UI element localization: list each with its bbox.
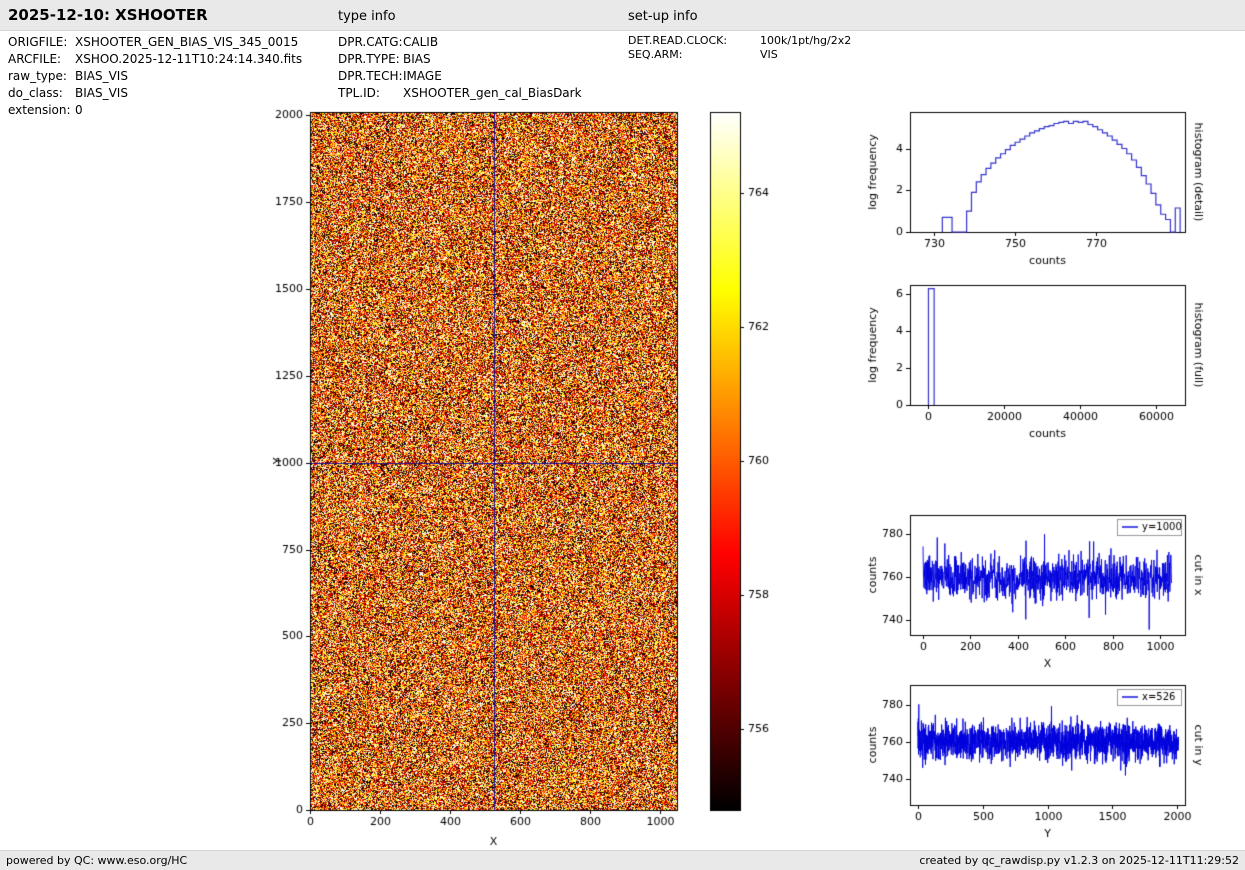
meta-row: ORIGFILE: XSHOOTER_GEN_BIAS_VIS_345_0015: [8, 34, 302, 51]
meta-label: DPR.TYPE:: [338, 52, 400, 66]
qc-rawdisp-page: 2025-12-10: XSHOOTER type info set-up in…: [0, 0, 1245, 870]
meta-label: ORIGFILE:: [8, 35, 68, 49]
meta-label: extension:: [8, 103, 71, 117]
footer-bar: powered by QC: www.eso.org/HC created by…: [0, 850, 1245, 870]
histogram-detail-plot: [860, 100, 1245, 280]
footer-created-by: created by qc_rawdisp.py v1.2.3 on 2025-…: [919, 854, 1239, 867]
meta-value: 100k/1pt/hg/2x2: [760, 34, 852, 47]
meta-value: XSHOO.2025-12-11T10:24:14.340.fits: [75, 52, 303, 66]
meta-label: raw_type:: [8, 69, 67, 83]
meta-value: XSHOOTER_GEN_BIAS_VIS_345_0015: [75, 35, 299, 49]
setup-info-header: set-up info: [628, 9, 698, 24]
histogram-full-plot: [860, 273, 1245, 453]
setup-info-block: DET.READ.CLOCK: 100k/1pt/hg/2x2 SEQ.ARM: VI…: [628, 34, 851, 62]
meta-row: extension: 0: [8, 102, 302, 119]
meta-value: BIAS_VIS: [75, 86, 128, 100]
meta-row: do_class: BIAS_VIS: [8, 85, 302, 102]
meta-row: raw_type: BIAS_VIS: [8, 68, 302, 85]
meta-row: SEQ.ARM: VIS: [628, 48, 851, 62]
type-info-block: DPR.CATG: CALIB DPR.TYPE: BIAS DPR.TECH: IMAG…: [338, 34, 582, 102]
meta-value: CALIB: [403, 35, 439, 49]
cut-in-y-plot: [860, 673, 1245, 853]
meta-label: ARCFILE:: [8, 52, 62, 66]
meta-label: do_class:: [8, 86, 63, 100]
meta-label: DPR.TECH:: [338, 69, 403, 83]
type-info-header: type info: [338, 9, 396, 24]
meta-value: BIAS_VIS: [75, 69, 128, 83]
meta-row: ARCFILE: XSHOO.2025-12-11T10:24:14.340.fi…: [8, 51, 302, 68]
meta-value: VIS: [760, 48, 778, 61]
meta-label: SEQ.ARM:: [628, 48, 683, 61]
meta-value: IMAGE: [403, 69, 442, 83]
file-metadata-block: ORIGFILE: XSHOOTER_GEN_BIAS_VIS_345_0015 A…: [8, 34, 302, 119]
meta-row: DPR.TECH: IMAGE: [338, 68, 582, 85]
meta-label: DET.READ.CLOCK:: [628, 34, 728, 47]
bias-image-plot: [260, 95, 790, 850]
footer-powered-by: powered by QC: www.eso.org/HC: [6, 854, 188, 867]
page-title: 2025-12-10: XSHOOTER: [8, 6, 208, 24]
meta-row: DPR.TYPE: BIAS: [338, 51, 582, 68]
meta-label: DPR.CATG:: [338, 35, 403, 49]
meta-row: DPR.CATG: CALIB: [338, 34, 582, 51]
meta-row: DET.READ.CLOCK: 100k/1pt/hg/2x2: [628, 34, 851, 48]
cut-in-x-plot: [860, 503, 1245, 683]
meta-value: BIAS: [403, 52, 431, 66]
meta-value: 0: [75, 103, 83, 117]
header-bar: 2025-12-10: XSHOOTER type info set-up in…: [0, 0, 1245, 31]
